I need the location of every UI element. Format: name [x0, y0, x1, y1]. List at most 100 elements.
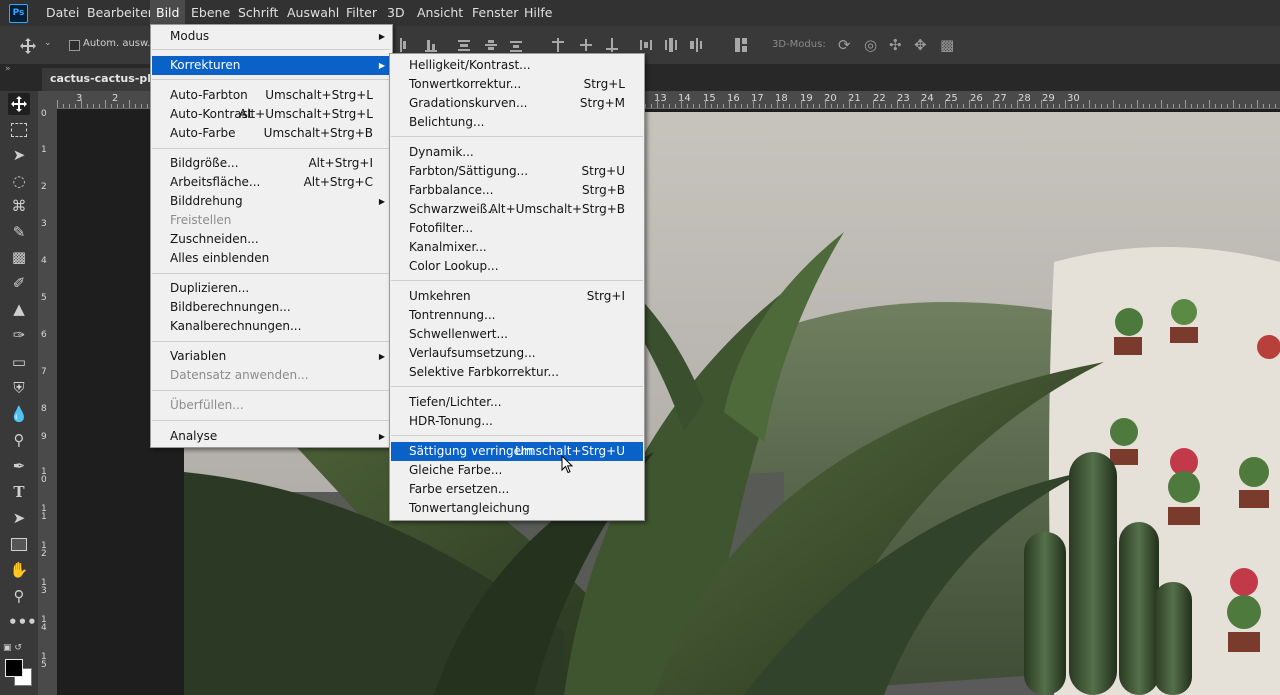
hand-tool-icon[interactable]: ✋	[8, 559, 30, 581]
menu-item-farbbalance[interactable]: Farbbalance... Strg+B	[391, 181, 643, 200]
menu-item-schwellenwert[interactable]: Schwellenwert...	[391, 325, 643, 344]
zoom-tool-icon[interactable]: ⚲	[8, 585, 30, 607]
menu-item-gradationskurven[interactable]: Gradationskurven... Strg+M	[391, 94, 643, 113]
menu-filter[interactable]: Filter	[340, 0, 383, 26]
menu-item-tonwertkorrektur[interactable]: Tonwertkorrektur... Strg+L	[391, 75, 643, 94]
distribute-right-edges-icon[interactable]	[690, 38, 702, 52]
menu-item-kanalberechnungen[interactable]: Kanalberechnungen...	[152, 317, 391, 336]
paint-bucket-tool-icon[interactable]: ⛨	[8, 377, 30, 399]
more-tools-icon[interactable]: •••	[8, 611, 37, 633]
menu-item-umkehren[interactable]: Umkehren Strg+I	[391, 287, 643, 306]
menu-item-modus[interactable]: Modus ▶	[152, 27, 391, 46]
menu-item-analyse[interactable]: Analyse ▶	[152, 427, 391, 446]
dodge-tool-icon[interactable]: ⚲	[8, 429, 30, 451]
pen-tool-icon[interactable]: ✒	[8, 455, 30, 477]
submenu-arrow-icon: ▶	[378, 432, 385, 441]
align-left-icon[interactable]	[400, 38, 412, 52]
menu-item-tiefen-lichter[interactable]: Tiefen/Lichter...	[391, 393, 643, 412]
3d-orbit-icon[interactable]: ⟳	[838, 36, 851, 54]
history-brush-tool-icon[interactable]: ✑	[8, 324, 30, 346]
menu-item-auto-kontrast[interactable]: Auto-Kontrast Alt+Umschalt+Strg+L	[152, 105, 391, 124]
crop-tool-icon[interactable]: ⌘	[8, 195, 30, 217]
3d-roll-icon[interactable]: ◎	[864, 36, 877, 54]
menu-item-zuschneiden[interactable]: Zuschneiden...	[152, 230, 391, 249]
auto-select-label: Autom. ausw.:	[83, 38, 154, 49]
rectangle-tool-icon[interactable]	[8, 533, 30, 555]
collapse-arrows-icon[interactable]: »	[5, 64, 11, 74]
distribute-left-icon[interactable]	[552, 38, 564, 52]
menu-item-alles-einblenden[interactable]: Alles einblenden	[152, 249, 391, 268]
menu-item-auto-farbe[interactable]: Auto-Farbe Umschalt+Strg+B	[152, 124, 391, 143]
3d-pan-icon[interactable]: ✣	[889, 36, 902, 54]
menu-fenster[interactable]: Fenster	[466, 0, 524, 26]
menu-schrift[interactable]: Schrift	[232, 0, 284, 26]
eraser-tool-icon[interactable]: ▭	[8, 351, 30, 373]
menu-ebene[interactable]: Ebene	[185, 0, 236, 26]
menu-item-variablen[interactable]: Variablen ▶	[152, 347, 391, 366]
healing-brush-tool-icon[interactable]: ▩	[8, 246, 30, 268]
menu-auswahl[interactable]: Auswahl	[281, 0, 345, 26]
menu-item-bilddrehung[interactable]: Bilddrehung ▶	[152, 192, 391, 211]
3d-slide-icon[interactable]: ✥	[914, 36, 927, 54]
blur-tool-icon[interactable]: 💧	[8, 403, 30, 425]
brush-tool-icon[interactable]: ✐	[8, 272, 30, 294]
menu-item-belichtung[interactable]: Belichtung...	[391, 113, 643, 132]
submenu-arrow-icon: ▶	[378, 32, 385, 41]
distribute-top-icon[interactable]	[458, 38, 470, 52]
photoshop-logo[interactable]: Ps	[9, 4, 28, 23]
chevron-down-icon[interactable]: ⌄	[44, 38, 52, 48]
menu-item-auto-farbton[interactable]: Auto-Farbton Umschalt+Strg+L	[152, 86, 391, 105]
menu-item-farbe-ersetzen[interactable]: Farbe ersetzen...	[391, 480, 643, 499]
menu-item-verlaufsumsetzung[interactable]: Verlaufsumsetzung...	[391, 344, 643, 363]
menu-separator	[152, 420, 391, 421]
foreground-color-swatch[interactable]	[5, 659, 23, 677]
distribute-right-icon[interactable]	[606, 38, 618, 52]
distribute-spacing-icon[interactable]	[665, 38, 677, 52]
menu-item-freistellen: Freistellen	[170, 213, 232, 227]
menu-hilfe[interactable]: Hilfe	[518, 0, 558, 26]
ruler-corner	[38, 91, 57, 108]
align-bottom-icon[interactable]	[425, 38, 437, 52]
menu-item-schwarzweiss[interactable]: Schwarzweiß... Alt+Umschalt+Strg+B	[391, 200, 643, 219]
3d-camera-icon[interactable]: ▩	[940, 36, 954, 54]
menu-item-saettigung-verringern[interactable]: Sättigung verringern Umschalt+Strg+U	[391, 442, 643, 461]
menu-item-dynamik[interactable]: Dynamik...	[391, 143, 643, 162]
type-tool-icon[interactable]: T	[8, 481, 30, 503]
menu-3d[interactable]: 3D	[381, 0, 411, 26]
distribute-vcenter-icon[interactable]	[485, 38, 497, 52]
auto-align-icon[interactable]	[735, 38, 747, 52]
menu-item-tonwertangleichung[interactable]: Tonwertangleichung	[391, 499, 643, 518]
lasso-tool-icon[interactable]: ➤	[8, 144, 30, 166]
move-tool-icon[interactable]	[8, 93, 30, 115]
menu-item-bildgroesse[interactable]: Bildgröße... Alt+Strg+I	[152, 154, 391, 173]
menu-bild[interactable]: Bild	[150, 0, 186, 26]
menu-item-arbeitsflaeche[interactable]: Arbeitsfläche... Alt+Strg+C	[152, 173, 391, 192]
menu-ansicht[interactable]: Ansicht	[411, 0, 469, 26]
menu-item-hdr-tonung[interactable]: HDR-Tonung...	[391, 412, 643, 431]
menu-item-tontrennung[interactable]: Tontrennung...	[391, 306, 643, 325]
auto-select-checkbox[interactable]	[69, 40, 80, 51]
menu-item-duplizieren[interactable]: Duplizieren...	[152, 279, 391, 298]
menu-item-helligkeit-kontrast[interactable]: Helligkeit/Kontrast...	[391, 56, 643, 75]
menu-item-bildberechnungen[interactable]: Bildberechnungen...	[152, 298, 391, 317]
menu-item-color-lookup[interactable]: Color Lookup...	[391, 257, 643, 276]
clone-stamp-tool-icon[interactable]: ▲	[8, 298, 30, 320]
menu-item-kanalmixer[interactable]: Kanalmixer...	[391, 238, 643, 257]
menu-datei[interactable]: Datei	[40, 0, 85, 26]
distribute-horizontal-icon[interactable]	[640, 38, 652, 52]
quick-selection-tool-icon[interactable]: ◌	[8, 170, 30, 192]
marquee-tool-icon[interactable]	[8, 119, 30, 141]
menu-item-gleiche-farbe[interactable]: Gleiche Farbe...	[391, 461, 643, 480]
menu-item-korrekturen[interactable]: Korrekturen ▶	[152, 56, 391, 75]
menu-separator	[391, 386, 643, 387]
swap-colors-icon[interactable]: ▣ ↺	[3, 643, 22, 653]
menu-item-farbton-saettigung[interactable]: Farbton/Sättigung... Strg+U	[391, 162, 643, 181]
path-selection-tool-icon[interactable]: ➤	[8, 507, 30, 529]
eyedropper-tool-icon[interactable]: ✎	[8, 221, 30, 243]
menu-item-fotofilter[interactable]: Fotofilter...	[391, 219, 643, 238]
distribute-bottom-icon[interactable]	[510, 38, 522, 52]
distribute-hcenter-icon[interactable]	[580, 38, 592, 52]
move-tool-preset-icon[interactable]	[20, 38, 36, 54]
menu-item-selektive-farbkorrektur[interactable]: Selektive Farbkorrektur...	[391, 363, 643, 382]
3d-mode-label: 3D-Modus:	[772, 39, 826, 50]
